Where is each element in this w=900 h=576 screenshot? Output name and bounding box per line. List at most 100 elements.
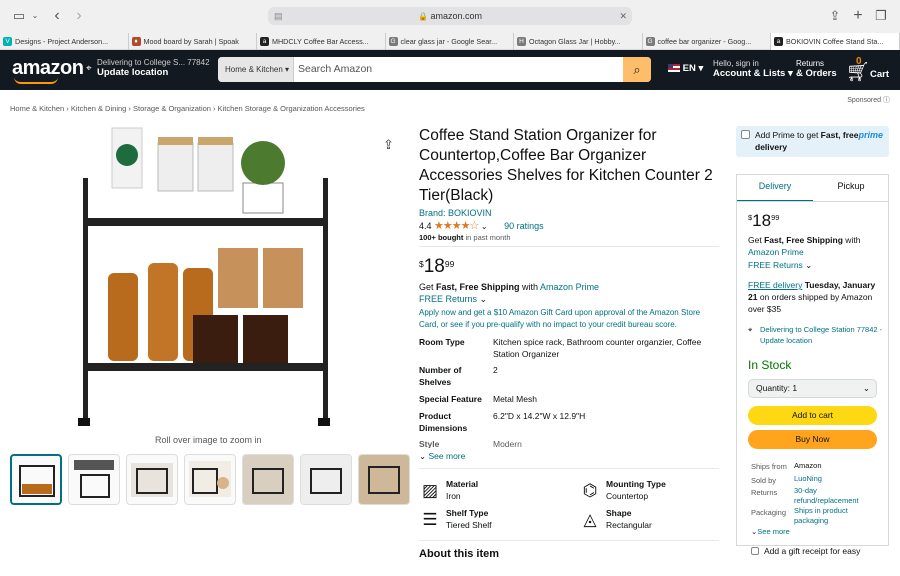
main-product-image[interactable] <box>68 123 353 431</box>
spec-value: Kitchen spice rack, Bathroom counter org… <box>493 337 702 359</box>
buy-box: Add Prime to get Fast, free delivery pri… <box>736 126 889 576</box>
cart[interactable]: 🛒︎ 0 Cart <box>846 56 892 84</box>
search-button[interactable]: ⌕ <box>623 57 651 82</box>
search-input[interactable]: Search Amazon <box>298 57 372 82</box>
price-whole: 18 <box>752 211 772 230</box>
back-icon[interactable]: ‹ <box>50 0 64 32</box>
search-category-select[interactable]: Home & Kitchen ▾ <box>218 57 294 82</box>
tab-7[interactable]: a BOKIOVIN Coffee Stand Sta... <box>771 33 900 50</box>
favicon-icon: a <box>260 37 269 46</box>
tab-strip: V Designs - Project Anderson... ♦ Mood boar… <box>0 33 900 50</box>
seller-link[interactable]: LuoNing <box>794 474 822 484</box>
divider <box>419 540 719 541</box>
mounting-icon: ⌬ <box>582 481 598 500</box>
buybox-free-returns[interactable]: FREE Returns ⌄ <box>748 259 883 271</box>
free-returns-text: FREE Returns <box>748 260 803 270</box>
bought-count: 100+ bought <box>419 233 464 242</box>
tab-overview-icon[interactable]: ❐ <box>874 0 888 32</box>
shape-icon: ◬ <box>583 510 597 529</box>
spec-value: 2 <box>493 365 498 375</box>
url-text: amazon.com <box>430 11 482 21</box>
sidebar-toggle-icon[interactable]: ▭ <box>10 0 28 32</box>
star-rating-icon[interactable]: ★★★★☆ <box>434 220 479 232</box>
free-delivery-link[interactable]: FREE delivery <box>748 280 802 290</box>
breadcrumb-link[interactable]: Storage & Organization <box>133 104 211 113</box>
spec-key: Style <box>419 439 440 448</box>
gift-checkbox[interactable] <box>751 547 759 555</box>
see-more-link[interactable]: ⌄See more <box>751 527 790 536</box>
free-returns-link[interactable]: FREE Returns ⌄ <box>419 294 487 305</box>
gift-text: Add a gift receipt for easy <box>764 546 861 556</box>
tab-5[interactable]: H Octagon Glass Jar | Hobby... <box>514 33 643 50</box>
share-icon[interactable]: ⇪ <box>383 137 394 153</box>
tab-title: Octagon Glass Jar | Hobby... <box>529 37 621 46</box>
ship-bold: Fast, Free Shipping <box>436 282 520 292</box>
buy-now-button[interactable]: Buy Now <box>748 430 877 449</box>
price-whole: 18 <box>423 256 445 277</box>
chevron-down-icon[interactable]: ⌄ <box>30 0 40 32</box>
address-bar[interactable]: ▤ 🔒 amazon.com ✕ <box>268 7 632 25</box>
returns-orders[interactable]: Returns & Orders <box>796 59 837 79</box>
favicon-icon: H <box>517 37 526 46</box>
thumbnail-6[interactable] <box>300 454 352 505</box>
sold-by-label: Sold by <box>751 476 777 485</box>
page-icon: ▤ <box>274 11 283 21</box>
fulfillment-tabs: Delivery Pickup <box>736 174 889 202</box>
tab-4[interactable]: Gclear glass jar - Google Sear... <box>386 33 514 50</box>
account-menu[interactable]: Hello, sign in Account & Lists ▾ <box>713 59 793 79</box>
qty-value: 1 <box>792 383 798 393</box>
zoom-hint: Roll over image to zoom in <box>155 435 262 445</box>
see-more-text: See more <box>757 527 790 536</box>
breadcrumb-separator: › <box>64 104 71 113</box>
deliver-to-link[interactable]: ⌖ Delivering to College Station 77842 - U… <box>748 324 883 346</box>
amazon-prime-link[interactable]: Amazon Prime <box>540 282 599 292</box>
shelf-icon: ☰ <box>422 510 438 529</box>
packaging-link[interactable]: Ships in product packaging <box>794 506 864 526</box>
brand-link[interactable]: Brand: BOKIOVIN <box>419 208 492 218</box>
amazon-prime-link[interactable]: Amazon Prime <box>748 247 804 257</box>
forward-icon[interactable]: › <box>72 0 86 32</box>
info-icon[interactable]: ⓘ <box>883 97 890 104</box>
ratings-count-link[interactable]: 90 ratings <box>504 221 544 231</box>
see-more-link[interactable]: ⌄ See more <box>419 451 465 462</box>
breadcrumb-link[interactable]: Kitchen Storage & Organization Accessori… <box>218 104 365 113</box>
browser-chrome: ▭ ⌄ ‹ › ▤ 🔒 amazon.com ✕ ⇪ + ❐ V Designs … <box>0 0 900 50</box>
tab-3[interactable]: a MHDCLY Coffee Bar Access... <box>257 33 386 50</box>
returns-label: Returns <box>751 488 778 497</box>
prime-offer[interactable]: Add Prime to get Fast, free delivery pri… <box>736 126 889 157</box>
language-selector[interactable]: EN ▾ <box>668 63 703 74</box>
location-pin-icon: ⌖ <box>86 63 92 74</box>
favicon-icon: G <box>388 37 398 46</box>
prime-checkbox[interactable] <box>741 130 750 139</box>
breadcrumb-link[interactable]: Kitchen & Dining <box>71 104 126 113</box>
thumbnail-5[interactable] <box>242 454 294 505</box>
quantity-select[interactable]: Quantity: 1 ⌄ <box>748 379 877 398</box>
tab-1[interactable]: V Designs - Project Anderson... <box>0 33 129 50</box>
thumbnail-1[interactable] <box>10 454 62 505</box>
thumbnail-7[interactable] <box>358 454 410 505</box>
thumbnail-2[interactable] <box>68 454 120 505</box>
share-icon[interactable]: ⇪ <box>828 0 842 32</box>
clear-icon[interactable]: ✕ <box>619 7 627 25</box>
add-to-cart-button[interactable]: Add to cart <box>748 406 877 425</box>
language-label: EN <box>682 63 696 74</box>
tab-pickup[interactable]: Pickup <box>813 175 889 202</box>
breadcrumb-link[interactable]: Home & Kitchen <box>10 104 64 113</box>
price-symbol: $ <box>419 259 424 269</box>
attr-material: ▨ Material Iron <box>419 478 569 504</box>
store-card-offer[interactable]: Apply now and get a $10 Amazon Gift Card… <box>419 307 719 331</box>
deliver-to[interactable]: ⌖ Delivering to College S... 77842 Updat… <box>86 58 210 78</box>
returns-policy-link[interactable]: 30-day refund/replacement <box>794 486 868 506</box>
tab-6[interactable]: Gcoffee bar organizer - Goog... <box>643 33 771 50</box>
gift-receipt-option[interactable]: Add a gift receipt for easy <box>751 546 860 556</box>
chevron-down-icon[interactable]: ⌄ <box>481 222 488 231</box>
ships-from-label: Ships from <box>751 462 787 471</box>
tab-2[interactable]: ♦ Mood board by Sarah | Spoak <box>129 33 257 50</box>
thumbnail-3[interactable] <box>126 454 178 505</box>
thumbnail-4[interactable] <box>184 454 236 505</box>
spec-key: Number of Shelves <box>419 365 462 387</box>
new-tab-icon[interactable]: + <box>851 0 865 32</box>
spec-key: Special Feature <box>419 394 482 404</box>
attr-value: Countertop <box>606 491 649 501</box>
tab-delivery[interactable]: Delivery <box>737 175 813 202</box>
